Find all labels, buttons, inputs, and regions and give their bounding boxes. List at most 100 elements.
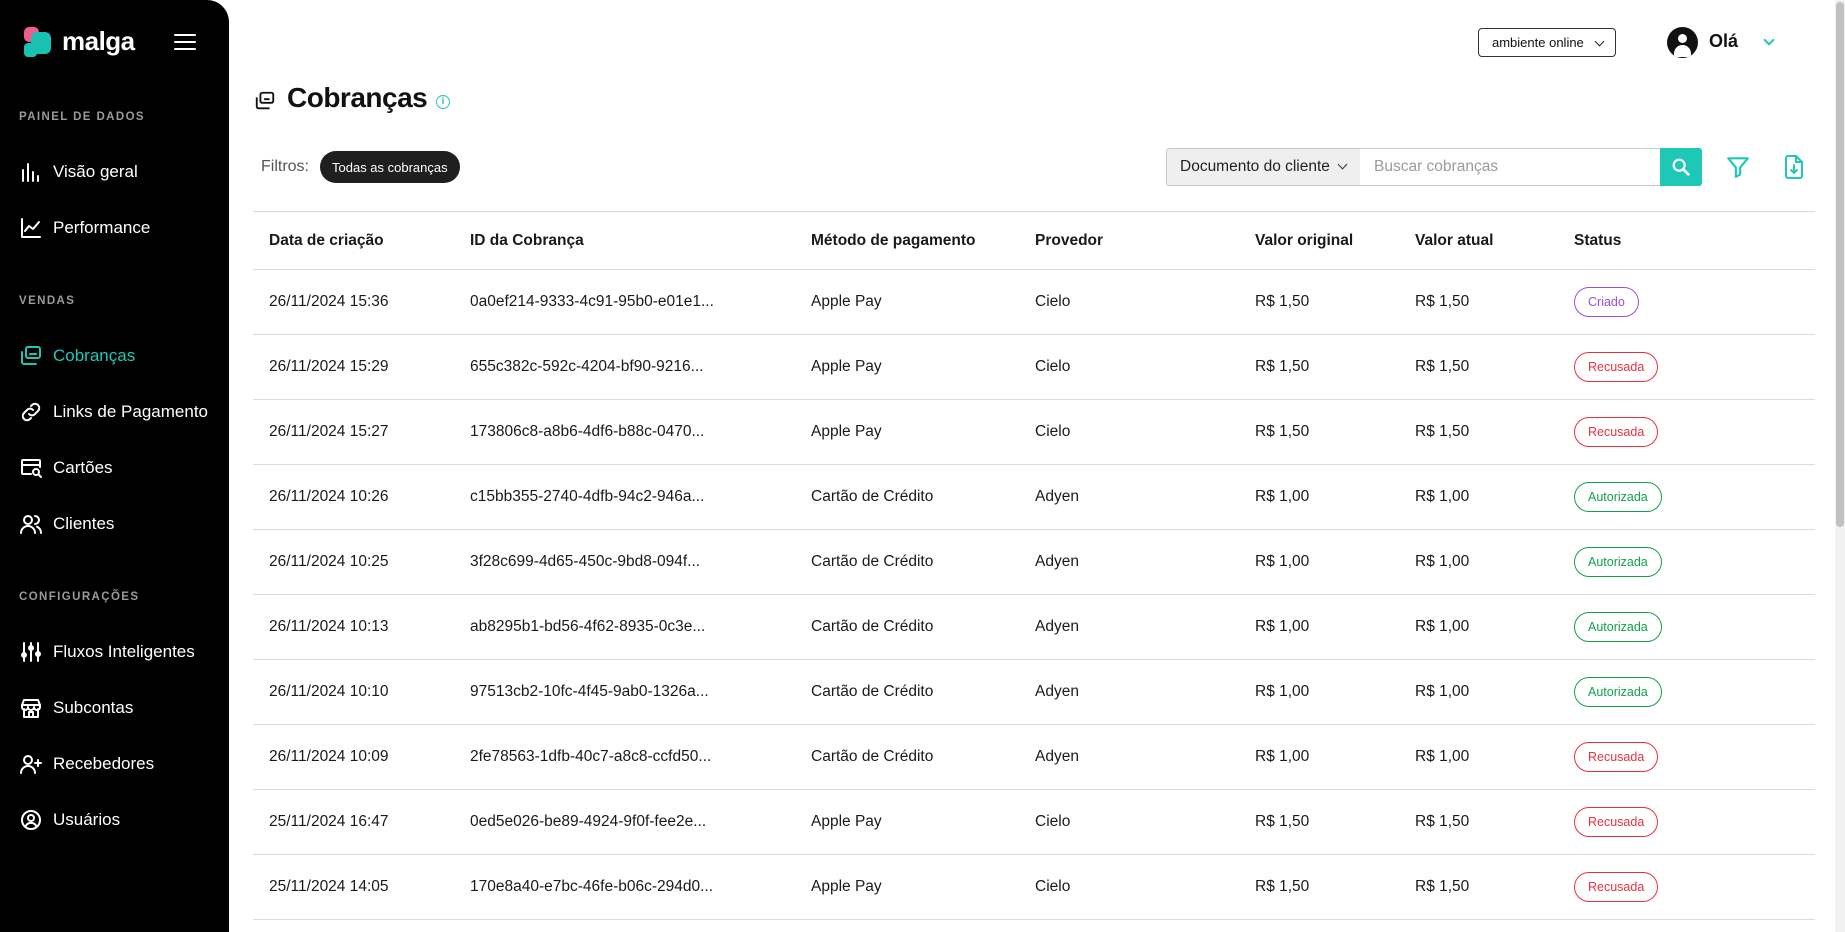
- sidebar-item-subcontas[interactable]: Subcontas: [19, 693, 133, 723]
- user-avatar-icon[interactable]: [1667, 27, 1698, 58]
- table-row[interactable]: 26/11/2024 10:26 c15bb355-2740-4dfb-94c2-…: [253, 465, 1815, 530]
- line-chart-icon: [21, 218, 41, 238]
- user-plus-icon: [20, 755, 42, 774]
- cell-id: 0a0ef214-9333-4c91-95b0-e01e1...: [470, 293, 714, 310]
- column-header[interactable]: Valor atual: [1415, 212, 1493, 269]
- table-row[interactable]: 26/11/2024 10:10 97513cb2-10fc-4f45-9ab0-…: [253, 660, 1815, 725]
- cell-id: c15bb355-2740-4dfb-94c2-946a...: [470, 488, 705, 505]
- search-icon: [1672, 158, 1690, 176]
- sidebar-item-cobrancas[interactable]: Cobranças: [19, 341, 135, 371]
- sidebar-item-label: Usuários: [53, 810, 121, 829]
- cell-provider: Cielo: [1035, 813, 1071, 830]
- cell-date: 25/11/2024 14:05: [269, 878, 389, 895]
- cell-current: R$ 1,00: [1415, 618, 1470, 635]
- cell-id: 0ed5e026-be89-4924-9f0f-fee2e...: [470, 813, 707, 830]
- table-row[interactable]: 26/11/2024 15:29 655c382c-592c-4204-bf90-…: [253, 335, 1815, 400]
- cell-current: R$ 1,00: [1415, 748, 1470, 765]
- sliders-icon: [21, 642, 41, 662]
- table-row[interactable]: 26/11/2024 10:13 ab8295b1-bd56-4f62-8935-…: [253, 595, 1815, 660]
- cell-status: Recusada: [1574, 335, 1659, 399]
- menu-collapse-icon[interactable]: [174, 34, 196, 50]
- cell-original: R$ 1,00: [1255, 683, 1310, 700]
- page-title: Cobranças: [287, 82, 428, 113]
- search-input[interactable]: [1360, 148, 1661, 186]
- cell-current: R$ 1,00: [1415, 488, 1470, 505]
- status-badge: Autorizada: [1574, 677, 1662, 707]
- table-row[interactable]: 26/11/2024 10:25 3f28c699-4d65-450c-9bd8-…: [253, 530, 1815, 595]
- cell-method: Cartão de Crédito: [811, 488, 934, 505]
- sidebar-item-label: Subcontas: [53, 698, 134, 717]
- search-button[interactable]: [1660, 148, 1702, 186]
- cell-provider: Cielo: [1035, 293, 1071, 310]
- sidebar-item-clientes[interactable]: Clientes: [19, 509, 114, 539]
- cell-original: R$ 1,00: [1255, 748, 1310, 765]
- column-header[interactable]: Data de criação: [269, 212, 384, 269]
- cell-status: Recusada: [1574, 855, 1659, 919]
- cell-provider: Cielo: [1035, 358, 1071, 375]
- search-field-select-value: Documento do cliente: [1180, 158, 1330, 175]
- user-greeting[interactable]: Olá: [1709, 31, 1738, 52]
- table-row[interactable]: 26/11/2024 15:27 173806c8-a8b6-4df6-b88c-…: [253, 400, 1815, 465]
- sidebar-item-cartoes[interactable]: Cartões: [19, 453, 113, 483]
- section-title-painel: PAINEL DE DADOS: [19, 111, 146, 123]
- cell-date: 26/11/2024 15:27: [269, 423, 389, 440]
- cell-status: Autorizada: [1574, 660, 1662, 724]
- scrollbar-thumb[interactable]: [1836, 2, 1844, 527]
- section-title-configuracoes: CONFIGURAÇÕES: [19, 591, 140, 603]
- filter-icon[interactable]: [1725, 154, 1751, 180]
- column-header[interactable]: Provedor: [1035, 212, 1103, 269]
- search-field-select[interactable]: Documento do cliente: [1166, 148, 1361, 186]
- column-header[interactable]: Método de pagamento: [811, 212, 975, 269]
- environment-label: ambiente online: [1492, 35, 1584, 50]
- user-menu-chevron-icon[interactable]: [1763, 34, 1775, 46]
- link-icon: [21, 402, 41, 422]
- table-row[interactable]: 26/11/2024 15:36 0a0ef214-9333-4c91-95b0-…: [253, 270, 1815, 335]
- sidebar-item-performance[interactable]: Performance: [19, 213, 150, 243]
- scrollbar[interactable]: [1835, 0, 1845, 932]
- cell-id: 3f28c699-4d65-450c-9bd8-094f...: [470, 553, 701, 570]
- sidebar-item-label: Links de Pagamento: [53, 402, 208, 421]
- table-row[interactable]: 26/11/2024 10:09 2fe78563-1dfb-40c7-a8c8-…: [253, 725, 1815, 790]
- status-badge: Recusada: [1574, 742, 1659, 772]
- sidebar-item-label: Clientes: [53, 514, 115, 533]
- users-icon: [20, 515, 42, 534]
- sidebar-item-visao-geral[interactable]: Visão geral: [19, 157, 138, 187]
- filters-label: Filtros:: [261, 158, 309, 175]
- card-search-icon: [21, 459, 42, 478]
- export-download-icon[interactable]: [1782, 154, 1806, 180]
- sidebar-item-fluxos[interactable]: Fluxos Inteligentes: [19, 637, 195, 667]
- cell-method: Apple Pay: [811, 878, 882, 895]
- sidebar-item-label: Performance: [53, 218, 151, 237]
- cell-current: R$ 1,50: [1415, 358, 1470, 375]
- cell-status: Autorizada: [1574, 465, 1662, 529]
- sidebar-item-label: Cobranças: [53, 346, 136, 365]
- cell-status: Recusada: [1574, 725, 1659, 789]
- column-header[interactable]: Valor original: [1255, 212, 1353, 269]
- table-row[interactable]: 25/11/2024 16:47 0ed5e026-be89-4924-9f0f-…: [253, 790, 1815, 855]
- cell-method: Cartão de Crédito: [811, 553, 934, 570]
- sidebar-item-usuarios[interactable]: Usuários: [19, 805, 120, 835]
- cell-method: Cartão de Crédito: [811, 748, 934, 765]
- status-badge: Autorizada: [1574, 482, 1662, 512]
- column-header[interactable]: ID da Cobrança: [470, 212, 584, 269]
- sidebar-item-label: Visão geral: [53, 162, 138, 181]
- user-circle-icon: [21, 810, 41, 830]
- cell-id: 173806c8-a8b6-4df6-b88c-0470...: [470, 423, 705, 440]
- table-row[interactable]: 25/11/2024 14:05 170e8a40-e7bc-46fe-b06c-…: [253, 855, 1815, 920]
- cell-original: R$ 1,50: [1255, 878, 1310, 895]
- logo[interactable]: malga: [24, 26, 135, 57]
- column-header[interactable]: Status: [1574, 212, 1621, 269]
- cell-status: Recusada: [1574, 400, 1659, 464]
- info-icon[interactable]: i: [436, 95, 450, 109]
- sidebar-item-links-pagamento[interactable]: Links de Pagamento: [19, 397, 208, 427]
- sidebar-item-recebedores[interactable]: Recebedores: [19, 749, 154, 779]
- cell-current: R$ 1,00: [1415, 553, 1470, 570]
- filter-chip-all[interactable]: Todas as cobranças: [320, 151, 460, 183]
- sidebar-item-label: Fluxos Inteligentes: [53, 642, 195, 661]
- cell-original: R$ 1,50: [1255, 293, 1310, 310]
- cell-provider: Adyen: [1035, 683, 1079, 700]
- status-badge: Recusada: [1574, 807, 1659, 837]
- cell-current: R$ 1,50: [1415, 878, 1470, 895]
- cell-status: Autorizada: [1574, 530, 1662, 594]
- environment-select[interactable]: ambiente online: [1478, 28, 1616, 57]
